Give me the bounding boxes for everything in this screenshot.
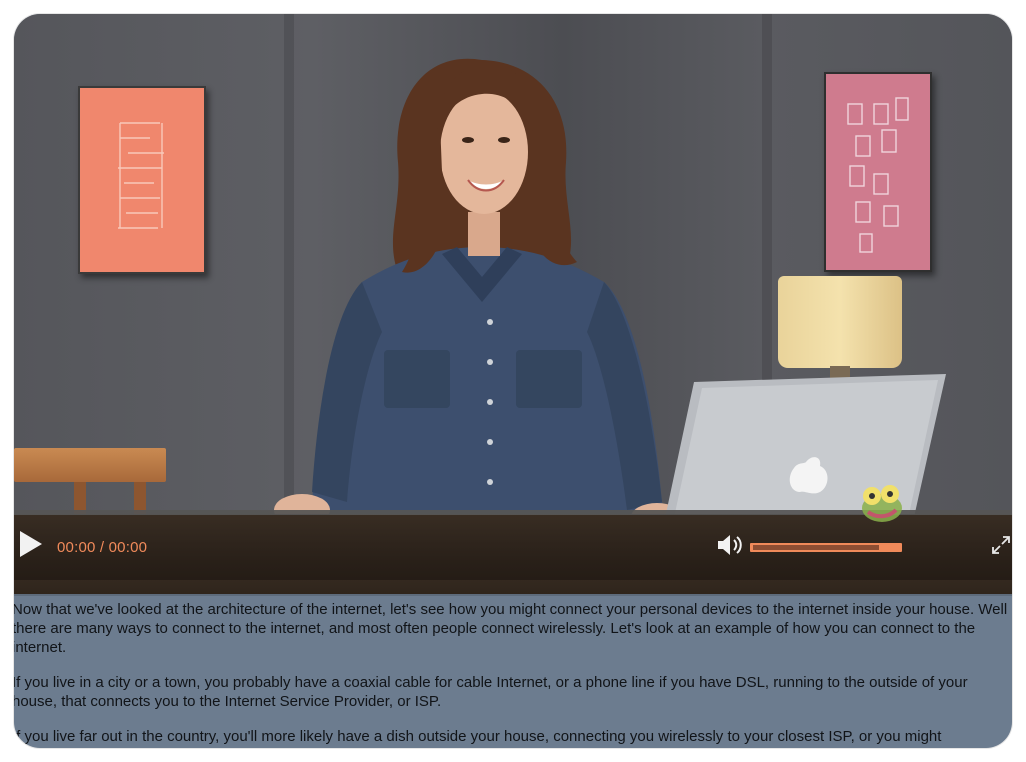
treehouse-frog-icon [862,485,902,522]
volume-icon [718,535,742,555]
transcript-paragraph: Now that we've looked at the architectur… [14,601,1008,656]
time-display: 00:00 / 00:00 [57,539,148,556]
transcript-paragraph: If you live far out in the country, you'… [14,728,942,745]
transcript-paragraph: If you live in a city or a town, you pro… [14,674,968,710]
wall-art-left [78,86,206,274]
wall-art-right [824,72,932,272]
video-bottom-edge [14,594,1012,596]
play-icon [20,531,42,557]
lamp-shade [778,276,902,368]
volume-button[interactable] [716,532,744,558]
side-table [14,448,166,482]
volume-slider[interactable] [750,543,902,552]
player-controls: 00:00 / 00:00 [14,485,1012,580]
fullscreen-icon [992,536,1010,554]
presenter-image [274,58,683,532]
fullscreen-button[interactable] [990,534,1012,556]
transcript: Now that we've looked at the architectur… [14,600,1012,748]
play-button[interactable] [16,528,46,560]
volume-level-fill [753,545,879,550]
video-player[interactable]: 00:00 / 00:00 [14,14,1012,594]
lesson-card: 00:00 / 00:00 Now that we've looked at t… [14,14,1012,748]
